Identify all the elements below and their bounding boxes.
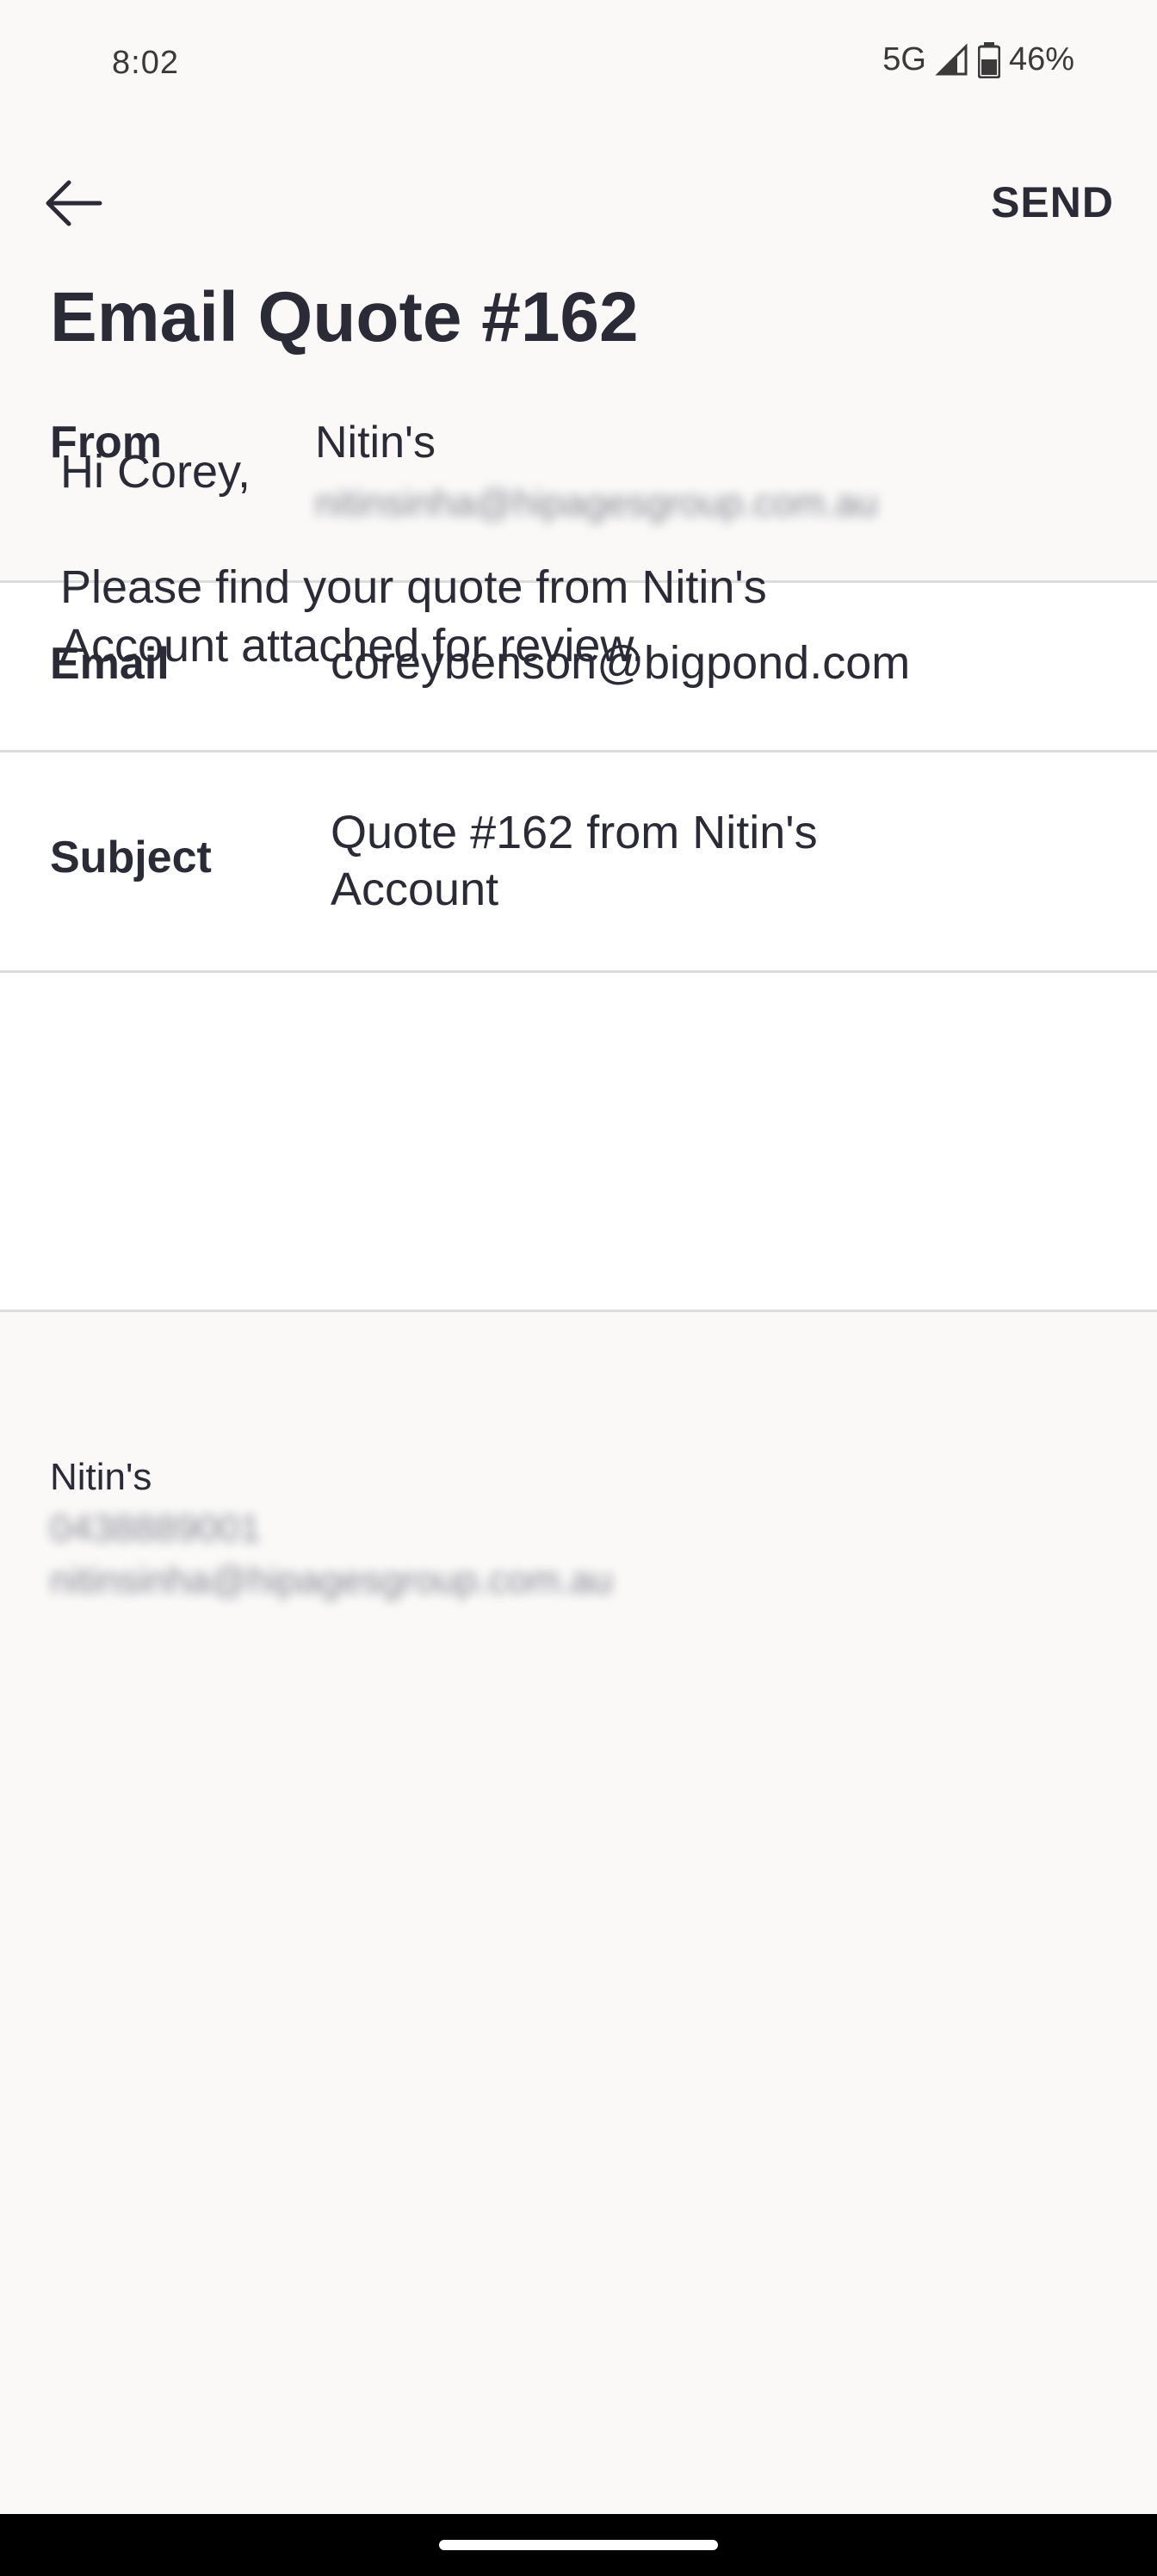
message-line-1: Please find your quote from Nitin's bbox=[60, 561, 767, 613]
back-button[interactable] bbox=[34, 169, 112, 238]
message-body-field[interactable]: Hi Corey, Please find your quote from Ni… bbox=[60, 443, 1076, 675]
message-greeting: Hi Corey, bbox=[60, 446, 251, 498]
message-line-2: Account attached for review. bbox=[60, 620, 645, 672]
status-indicators: 5G 46% bbox=[882, 41, 1074, 78]
subject-line-1: Quote #162 from Nitin's bbox=[331, 807, 818, 858]
subject-label: Subject bbox=[50, 833, 212, 882]
status-bar: 8:02 5G 46% bbox=[0, 0, 1157, 129]
subject-row: Subject Quote #162 from Nitin's Account bbox=[0, 752, 1157, 973]
battery-icon bbox=[977, 41, 1000, 78]
signature-phone: 0438889001 bbox=[50, 1508, 261, 1550]
arrow-left-icon bbox=[46, 180, 102, 226]
signature-name: Nitin's bbox=[50, 1456, 152, 1498]
signature-email: nitinsinha@hipagesgroup.com.au bbox=[50, 1559, 613, 1601]
status-time: 8:02 bbox=[112, 45, 179, 81]
home-handle[interactable] bbox=[439, 2540, 718, 2550]
network-type: 5G bbox=[882, 41, 926, 77]
signal-icon bbox=[935, 42, 968, 75]
subject-field[interactable]: Quote #162 from Nitin's Account bbox=[331, 804, 933, 918]
battery-level: 46% bbox=[1008, 41, 1074, 77]
subject-line-2: Account bbox=[331, 864, 499, 915]
page-title: Email Quote #162 bbox=[50, 278, 639, 356]
send-button[interactable]: SEND bbox=[991, 177, 1114, 227]
signature: Nitin's 0438889001 nitinsinha@hipagesgro… bbox=[50, 1452, 613, 1607]
email-form: Email coreybenson@bigpond.com Subject Qu… bbox=[0, 580, 1157, 1312]
